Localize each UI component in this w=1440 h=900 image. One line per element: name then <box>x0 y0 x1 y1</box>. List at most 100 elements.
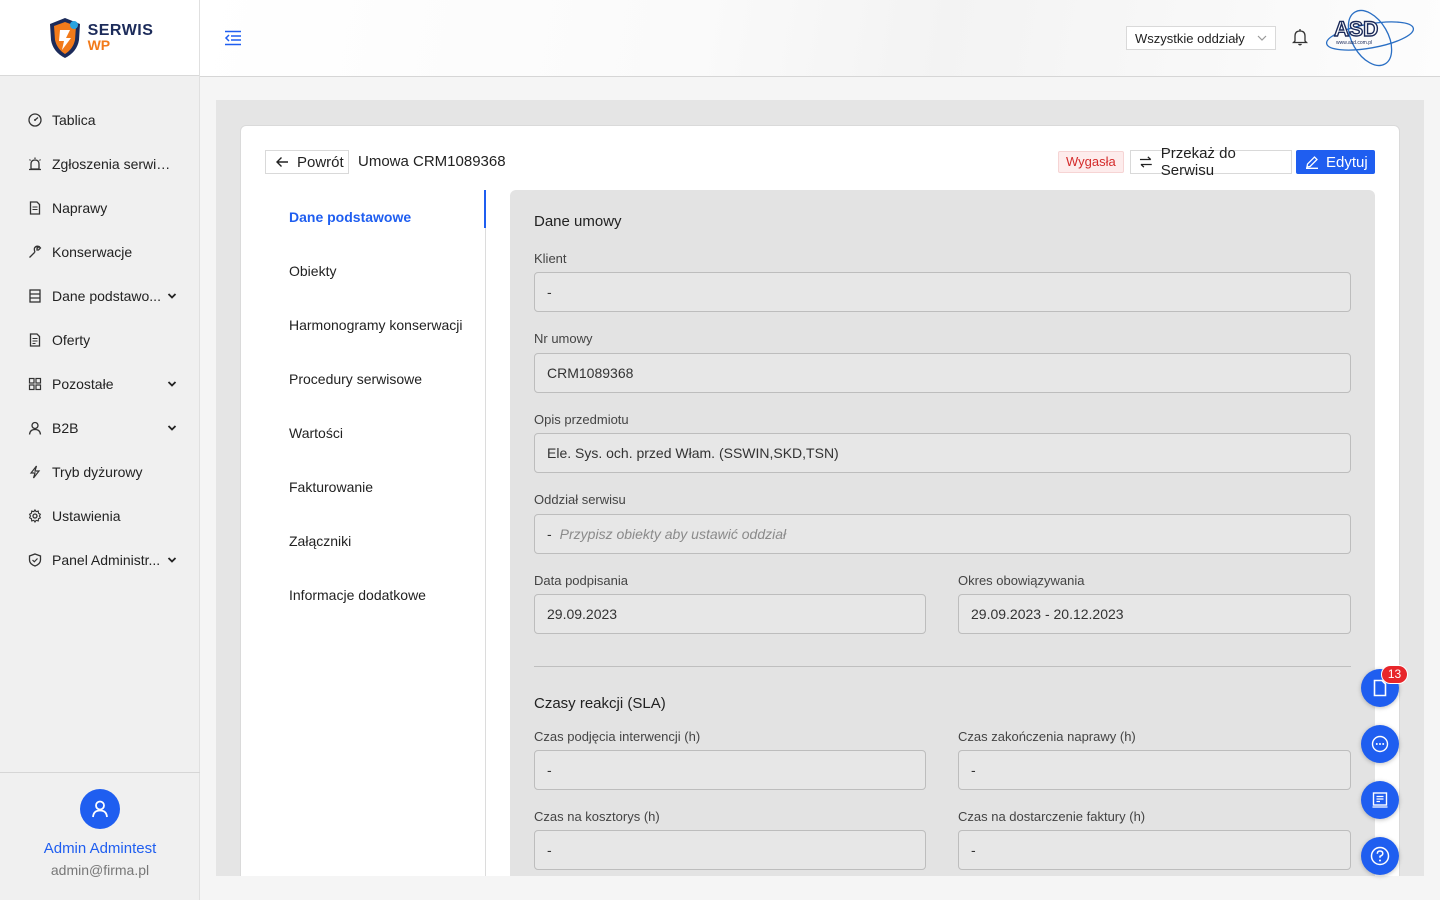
back-button[interactable]: Powrót <box>265 150 349 174</box>
sidebar-item-label: Konserwacje <box>52 244 133 260</box>
transfer-to-service-button[interactable]: Przekaż do Serwisu <box>1130 145 1292 179</box>
partner-logo-url: www.asd.com.pl <box>1336 40 1372 46</box>
page-title: Umowa CRM1089368 <box>358 153 506 170</box>
user-name[interactable]: Admin Admintest <box>0 840 200 857</box>
database-icon <box>28 289 42 303</box>
back-button-label: Powrót <box>297 153 344 171</box>
notification-bell-icon[interactable] <box>1291 28 1309 46</box>
intervention-time-field[interactable]: - <box>534 750 926 790</box>
grid-icon <box>28 377 42 391</box>
user-avatar-icon <box>92 800 108 818</box>
estimate-time-field[interactable]: - <box>534 830 926 870</box>
contract-number-field[interactable]: CRM1089368 <box>534 353 1351 393</box>
description-field[interactable]: Ele. Sys. och. przed Włam. (SSWIN,SKD,TS… <box>534 433 1351 473</box>
chat-fab[interactable] <box>1361 725 1399 763</box>
status-badge: Wygasła <box>1058 151 1124 173</box>
sidebar-item-ustawienia[interactable]: Ustawienia <box>0 494 199 538</box>
app-logo[interactable]: SERWIS WP <box>46 16 154 60</box>
tab-label: Harmonogramy konserwacji <box>289 317 463 333</box>
alarm-icon <box>28 157 42 171</box>
tab-obiekty[interactable]: Obiekty <box>241 244 485 298</box>
board-fab[interactable] <box>1361 781 1399 819</box>
sidebar-item-label: Tryb dyżurowy <box>52 464 143 480</box>
section-title-sla: Czasy reakcji (SLA) <box>534 695 666 712</box>
description-label: Opis przedmiotu <box>534 412 629 427</box>
tab-label: Informacje dodatkowe <box>289 587 426 603</box>
service-branch-value: - <box>547 526 552 542</box>
logo-line2: WP <box>87 36 111 53</box>
invoice-time-value: - <box>971 842 976 858</box>
help-fab[interactable] <box>1361 837 1399 875</box>
tab-harmonogramy[interactable]: Harmonogramy konserwacji <box>241 298 485 352</box>
pencil-icon <box>1306 156 1318 169</box>
sidebar-item-label: B2B <box>52 420 79 436</box>
signed-date-field[interactable]: 29.09.2023 <box>534 594 926 634</box>
sidebar-item-label: Pozostałe <box>52 376 114 392</box>
client-value: - <box>547 284 552 300</box>
offer-icon <box>28 333 42 347</box>
avatar[interactable] <box>80 789 120 829</box>
intervention-time-value: - <box>547 762 552 778</box>
user-icon <box>28 421 42 435</box>
sidebar-item-oferty[interactable]: Oferty <box>0 318 199 362</box>
documents-count-badge: 13 <box>1381 665 1408 684</box>
tab-dane-podstawowe[interactable]: Dane podstawowe <box>241 190 486 244</box>
sidebar-item-panel-administratora[interactable]: Panel Administr... <box>0 538 199 582</box>
repair-time-label: Czas zakończenia naprawy (h) <box>958 729 1136 744</box>
section-title-contract: Dane umowy <box>534 213 622 230</box>
sidebar-item-pozostale[interactable]: Pozostałe <box>0 362 199 406</box>
client-field[interactable]: - <box>534 272 1351 312</box>
sidebar-item-b2b[interactable]: B2B <box>0 406 199 450</box>
intervention-time-label: Czas podjęcia interwencji (h) <box>534 729 701 744</box>
service-branch-placeholder: Przypisz obiekty aby ustawić oddział <box>559 526 787 542</box>
service-branch-field[interactable]: - Przypisz obiekty aby ustawić oddział <box>534 514 1351 554</box>
swap-icon <box>1139 156 1152 168</box>
validity-period-field[interactable]: 29.09.2023 - 20.12.2023 <box>958 594 1351 634</box>
sidebar-item-label: Oferty <box>52 332 91 348</box>
service-branch-label: Oddział serwisu <box>534 492 626 507</box>
sidebar-item-tryb-dyzurowy[interactable]: Tryb dyżurowy <box>0 450 199 494</box>
arrow-left-icon <box>276 157 288 167</box>
branch-select[interactable]: Wszystkie oddziały <box>1126 26 1276 50</box>
sidebar-item-label: Ustawienia <box>52 508 121 524</box>
signed-date-label: Data podpisania <box>534 573 628 588</box>
sidebar-item-naprawy[interactable]: Naprawy <box>0 186 199 230</box>
tab-label: Obiekty <box>289 263 337 279</box>
sidebar-item-label: Dane podstawo... <box>52 288 161 304</box>
tab-fakturowanie[interactable]: Fakturowanie <box>241 460 485 514</box>
chat-icon <box>1371 735 1389 753</box>
edit-button[interactable]: Edytuj <box>1296 150 1375 174</box>
logo-emblem-icon <box>49 17 80 58</box>
gear-icon <box>28 509 42 523</box>
tab-procedury[interactable]: Procedury serwisowe <box>241 352 485 406</box>
logo-line1: SERWIS <box>87 21 154 39</box>
repair-time-field[interactable]: - <box>958 750 1351 790</box>
transfer-button-label: Przekaż do Serwisu <box>1160 145 1236 179</box>
board-icon <box>1372 792 1388 808</box>
menu-collapse-icon[interactable] <box>224 30 242 46</box>
contract-number-value: CRM1089368 <box>547 365 634 381</box>
shield-icon <box>28 553 42 567</box>
tab-wartosci[interactable]: Wartości <box>241 406 485 460</box>
partner-logo-text: ASD <box>1334 18 1378 41</box>
sidebar-item-dane-podstawowe[interactable]: Dane podstawo... <box>0 274 199 318</box>
edit-button-label: Edytuj <box>1326 153 1368 171</box>
lightning-icon <box>28 465 42 479</box>
sidebar-item-zgloszenia[interactable]: Zgłoszenia serwiso... <box>0 142 199 186</box>
sidebar-item-konserwacje[interactable]: Konserwacje <box>0 230 199 274</box>
partner-logo: ASD www.asd.com.pl <box>1324 6 1416 70</box>
tab-label: Załączniki <box>289 533 352 549</box>
sidebar-item-tablica[interactable]: Tablica <box>0 98 199 142</box>
sidebar-item-label: Naprawy <box>52 200 108 216</box>
tab-zalaczniki[interactable]: Załączniki <box>241 514 485 568</box>
logo-text: SERWIS WP <box>87 21 154 53</box>
invoice-time-field[interactable]: - <box>958 830 1351 870</box>
client-label: Klient <box>534 251 567 266</box>
section-divider <box>534 666 1351 667</box>
sidebar-item-label: Zgłoszenia serwiso... <box>52 156 177 172</box>
repair-time-value: - <box>971 762 976 778</box>
sidebar-item-label: Tablica <box>52 112 96 128</box>
contract-tabs: Dane podstawowe Obiekty Harmonogramy kon… <box>241 190 486 876</box>
tab-informacje-dodatkowe[interactable]: Informacje dodatkowe <box>241 568 485 622</box>
signed-date-value: 29.09.2023 <box>547 606 618 622</box>
